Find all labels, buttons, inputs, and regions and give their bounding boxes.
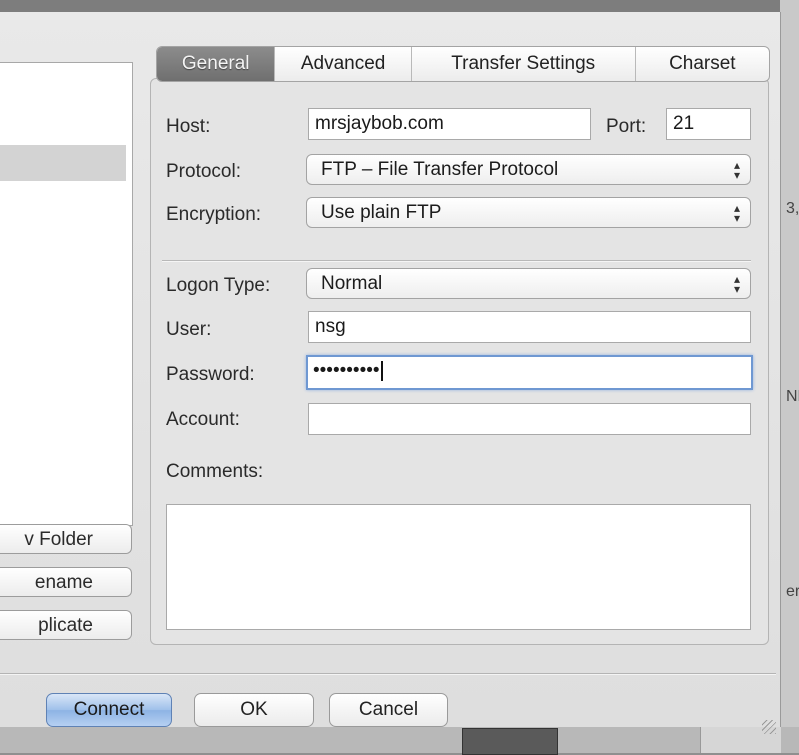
user-input[interactable]: nsg: [308, 311, 751, 343]
account-input[interactable]: [308, 403, 751, 435]
cancel-button[interactable]: Cancel: [329, 693, 448, 727]
tab-transfer-settings[interactable]: Transfer Settings: [412, 47, 636, 81]
site-list[interactable]: [0, 62, 133, 526]
new-folder-button[interactable]: v Folder: [0, 524, 132, 554]
tab-advanced[interactable]: Advanced: [275, 47, 412, 81]
new-folder-button-label: v Folder: [24, 529, 93, 550]
account-label: Account:: [166, 409, 240, 430]
logon-type-select[interactable]: Normal ▴ ▾: [306, 268, 751, 299]
password-input-value: ••••••••••: [313, 360, 380, 381]
host-input[interactable]: mrsjaybob.com: [308, 108, 591, 140]
select-arrows-icon: ▴ ▾: [733, 272, 740, 296]
port-input[interactable]: 21: [666, 108, 751, 140]
encryption-select-value: Use plain FTP: [321, 202, 442, 223]
rename-button-label: ename: [34, 572, 93, 593]
protocol-select[interactable]: FTP – File Transfer Protocol ▴ ▾: [306, 154, 751, 185]
background-text-fragment: 3,: [786, 200, 799, 217]
background-window-bottom: [0, 727, 799, 753]
password-input[interactable]: ••••••••••: [306, 355, 753, 390]
host-label: Host:: [166, 116, 211, 137]
select-arrows-icon: ▴ ▾: [733, 158, 740, 182]
duplicate-button[interactable]: plicate: [0, 610, 132, 640]
protocol-label: Protocol:: [166, 161, 241, 182]
background-window-top: [0, 0, 799, 12]
site-list-selected-row[interactable]: [0, 145, 126, 181]
select-arrows-icon: ▴ ▾: [733, 201, 740, 225]
background-thumbnail: [462, 728, 558, 755]
footer-separator: [0, 673, 776, 675]
text-caret: [380, 360, 383, 381]
tab-bar: General Advanced Transfer Settings Chars…: [156, 46, 770, 82]
tab-charset[interactable]: Charset: [636, 47, 769, 81]
logon-type-label: Logon Type:: [166, 275, 271, 296]
background-window-right: [780, 0, 799, 753]
background-text-fragment: er: [786, 583, 799, 600]
port-label: Port:: [606, 116, 647, 137]
protocol-select-value: FTP – File Transfer Protocol: [321, 159, 559, 180]
background-text-fragment: NF: [786, 388, 799, 405]
duplicate-button-label: plicate: [38, 615, 93, 636]
comments-label: Comments:: [166, 461, 264, 482]
tab-general[interactable]: General: [157, 47, 276, 81]
ok-button[interactable]: OK: [194, 693, 314, 727]
logon-type-select-value: Normal: [321, 273, 383, 294]
user-label: User:: [166, 319, 212, 340]
encryption-select[interactable]: Use plain FTP ▴ ▾: [306, 197, 751, 228]
site-manager-dialog: v Folder ename plicate General Advanced …: [0, 12, 781, 734]
section-divider: [162, 260, 751, 262]
encryption-label: Encryption:: [166, 204, 262, 225]
comments-textarea[interactable]: [166, 504, 751, 630]
rename-button[interactable]: ename: [0, 567, 132, 597]
connect-button[interactable]: Connect: [46, 693, 172, 727]
password-label: Password:: [166, 364, 255, 385]
resize-grip-icon[interactable]: [762, 720, 776, 734]
